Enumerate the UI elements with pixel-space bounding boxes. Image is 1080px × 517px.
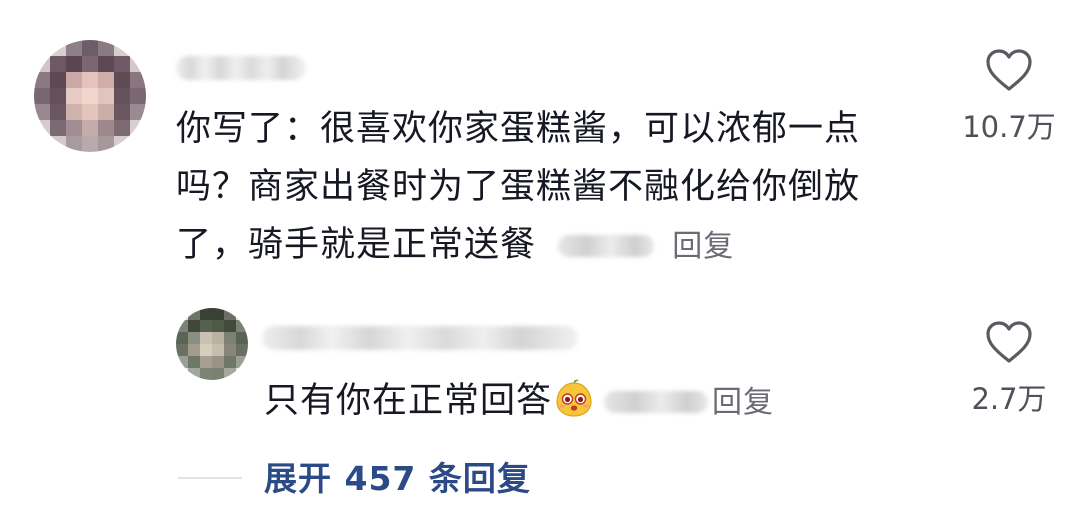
heart-icon[interactable] xyxy=(985,320,1033,364)
comment-body: 你写了：很喜欢你家蛋糕酱，可以浓郁一点 吗？商家出餐时为了蛋糕酱不融化给你倒放 … xyxy=(176,100,860,276)
reply-body: 只有你在正常回答 回复 xyxy=(264,372,774,432)
like-count: 10.7万 xyxy=(962,110,1056,144)
reply-avatar[interactable] xyxy=(176,308,248,380)
comment-like-group: 10.7万 xyxy=(950,48,1068,146)
mango-face-emoji xyxy=(554,379,594,419)
reply-username[interactable] xyxy=(262,326,578,350)
comment-text-line-3: 了，骑手就是正常送餐 回复 xyxy=(176,216,860,276)
heart-icon[interactable] xyxy=(985,48,1033,92)
reply-button[interactable]: 回复 xyxy=(712,385,774,420)
comment-timestamp xyxy=(558,235,655,257)
divider xyxy=(178,477,242,479)
comment-text-line-1: 你写了：很喜欢你家蛋糕酱，可以浓郁一点 xyxy=(176,109,861,149)
reply-text: 只有你在正常回答 xyxy=(264,381,553,421)
expand-replies-button[interactable]: 展开 457 条回复 xyxy=(264,452,531,500)
like-count: 2.7万 xyxy=(971,382,1047,416)
username[interactable] xyxy=(176,56,306,80)
reply-button[interactable]: 回复 xyxy=(672,229,734,264)
avatar[interactable] xyxy=(34,40,146,152)
comment-text-line-2: 吗？商家出餐时为了蛋糕酱不融化给你倒放 xyxy=(176,167,861,207)
reply-like-group: 2.7万 xyxy=(950,320,1068,418)
reply-timestamp xyxy=(604,391,709,413)
comment-text-line-3-text: 了，骑手就是正常送餐 xyxy=(176,225,537,265)
